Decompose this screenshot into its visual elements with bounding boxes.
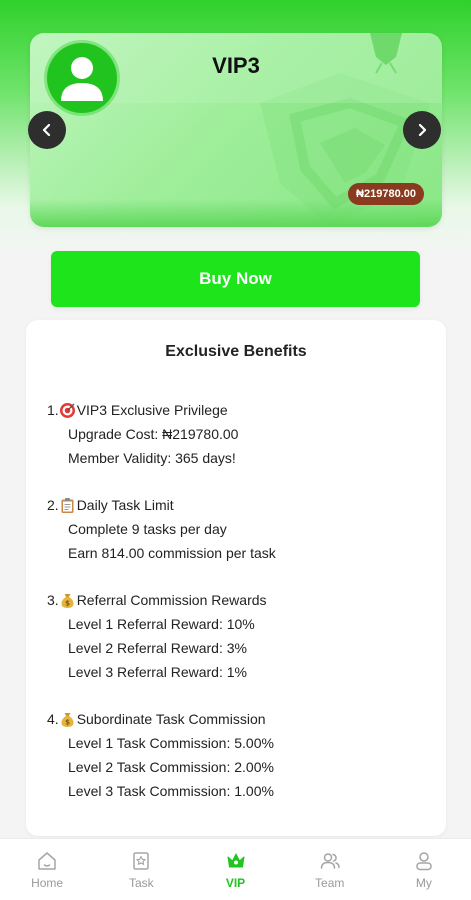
vip-level-title: VIP3	[212, 53, 260, 78]
chevron-left-icon	[42, 123, 51, 137]
task-icon	[133, 852, 150, 870]
benefit-heading: Subordinate Task Commission	[76, 711, 266, 727]
benefit-line: Level 3 Task Commission: 1.00%	[68, 783, 274, 799]
benefit-item: 4. $ Subordinate Task Commission Level 1…	[47, 707, 437, 803]
benefit-number: 4.	[47, 711, 59, 727]
benefit-line: Earn 814.00 commission per task	[68, 545, 276, 561]
user-icon	[416, 852, 432, 871]
money-bag-icon: $	[61, 593, 74, 608]
home-icon	[38, 852, 56, 870]
svg-text:$: $	[65, 718, 70, 726]
buy-now-button[interactable]: Buy Now	[51, 251, 420, 307]
benefit-item: 3. $ Referral Commission Rewards Level 1…	[47, 588, 437, 684]
benefit-heading: Referral Commission Rewards	[76, 592, 267, 608]
tab-label: Team	[315, 876, 345, 890]
benefit-heading: Daily Task Limit	[76, 497, 174, 513]
bottom-tab-bar: Home Task VIP Team My	[0, 838, 471, 900]
tab-home[interactable]: Home	[0, 839, 94, 900]
benefit-line: Member Validity: 365 days!	[68, 450, 236, 466]
benefit-line: Level 1 Task Commission: 5.00%	[68, 735, 274, 751]
svg-text:$: $	[65, 599, 70, 607]
clipboard-icon	[61, 497, 74, 513]
money-bag-icon: $	[61, 712, 74, 727]
tab-team[interactable]: Team	[283, 839, 377, 900]
tab-task[interactable]: Task	[94, 839, 188, 900]
price-badge: ₦219780.00	[348, 183, 424, 205]
benefit-line: Complete 9 tasks per day	[68, 521, 227, 537]
benefit-item: 2. Daily Task Limit Complete 9 tasks per…	[47, 493, 437, 565]
benefit-number: 3.	[47, 592, 59, 608]
benefit-heading: VIP3 Exclusive Privilege	[76, 402, 228, 418]
tab-label: Task	[128, 876, 154, 890]
tab-label: My	[415, 876, 432, 890]
benefit-line: Level 1 Referral Reward: 10%	[68, 616, 255, 632]
chevron-right-icon	[418, 123, 427, 137]
benefit-line: Level 2 Task Commission: 2.00%	[68, 759, 274, 775]
vip-card[interactable]: VIP3 ₦219780.00	[30, 33, 442, 227]
benefit-item: 1. VIP3 Exclusive Privilege Upgrade Cost…	[47, 398, 437, 470]
tab-my[interactable]: My	[377, 839, 471, 900]
benefit-line: Upgrade Cost: ₦219780.00	[68, 426, 239, 442]
tab-label: Home	[31, 876, 64, 890]
team-icon	[320, 853, 340, 869]
benefits-title: Exclusive Benefits	[165, 343, 307, 360]
tab-label: VIP	[225, 876, 246, 890]
crown-icon	[227, 853, 244, 868]
target-icon	[59, 402, 75, 418]
tab-vip[interactable]: VIP	[188, 839, 282, 900]
carousel-prev-button[interactable]	[28, 111, 66, 149]
benefit-number: 1.	[47, 402, 59, 418]
benefit-line: Level 3 Referral Reward: 1%	[68, 664, 247, 680]
benefit-line: Level 2 Referral Reward: 3%	[68, 640, 247, 656]
carousel-next-button[interactable]	[403, 111, 441, 149]
benefit-number: 2.	[47, 497, 59, 513]
benefits-panel: Exclusive Benefits 1. VIP3 Exclusive Pri…	[26, 320, 446, 836]
